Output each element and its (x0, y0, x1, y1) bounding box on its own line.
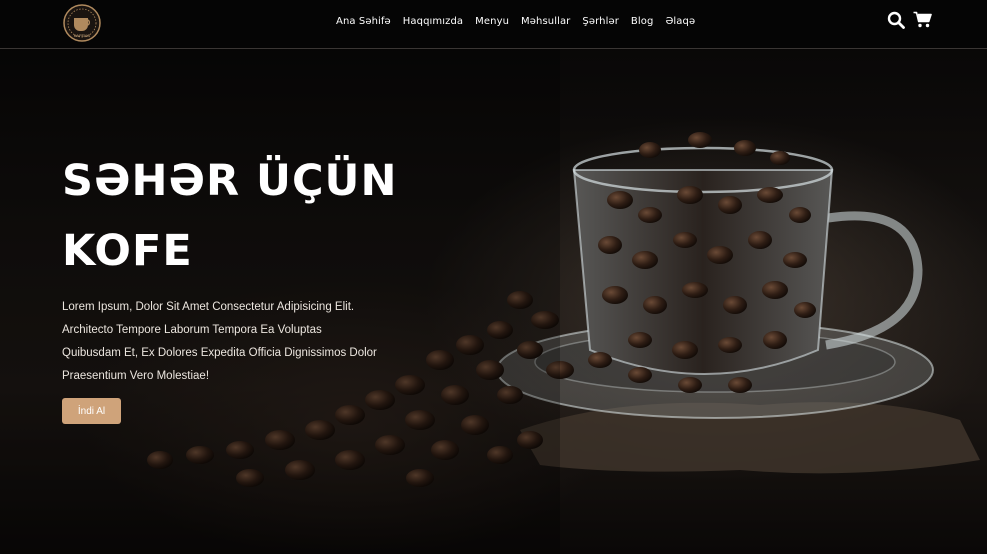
nav-link-home[interactable]: Ana Səhifə (336, 16, 391, 27)
hero-description-line: Lorem Ipsum, Dolor Sit Amet Consectetur … (62, 301, 355, 313)
search-icon[interactable] (887, 11, 905, 29)
nav-link-about[interactable]: Haqqımızda (403, 16, 463, 27)
cart-icon[interactable] (913, 11, 932, 28)
nav-link-products[interactable]: Məhsullar (521, 16, 570, 27)
top-navbar: KAFENG Ana Səhifə Haqqımızda Menyu Məhsu… (0, 0, 987, 49)
cafe-logo[interactable]: KAFENG (62, 3, 102, 43)
main-nav: Ana Səhifə Haqqımızda Menyu Məhsullar Şə… (336, 14, 695, 28)
buy-now-button[interactable]: İndi Al (62, 398, 121, 424)
hero-title-line-2: KOFE (62, 226, 193, 276)
hero-description-line: Quibusdam Et, Ex Dolores Expedita Offici… (62, 347, 377, 359)
nav-link-contact[interactable]: Əlaqə (665, 16, 695, 27)
nav-link-reviews[interactable]: Şərhlər (582, 16, 619, 27)
hero-title: SƏHƏR ÜÇÜN KOFE (62, 146, 398, 286)
nav-link-blog[interactable]: Blog (631, 16, 654, 27)
nav-link-menu[interactable]: Menyu (475, 16, 509, 27)
logo-text: KAFENG (74, 33, 90, 38)
hero-description: Lorem Ipsum, Dolor Sit Amet Consectetur … (62, 296, 392, 388)
hero-description-line: Praesentium Vero Molestiae! (62, 370, 210, 382)
hero-description-line: Architecto Tempore Laborum Tempora Ea Vo… (62, 324, 322, 336)
hero-title-line-1: SƏHƏR ÜÇÜN (62, 156, 398, 206)
